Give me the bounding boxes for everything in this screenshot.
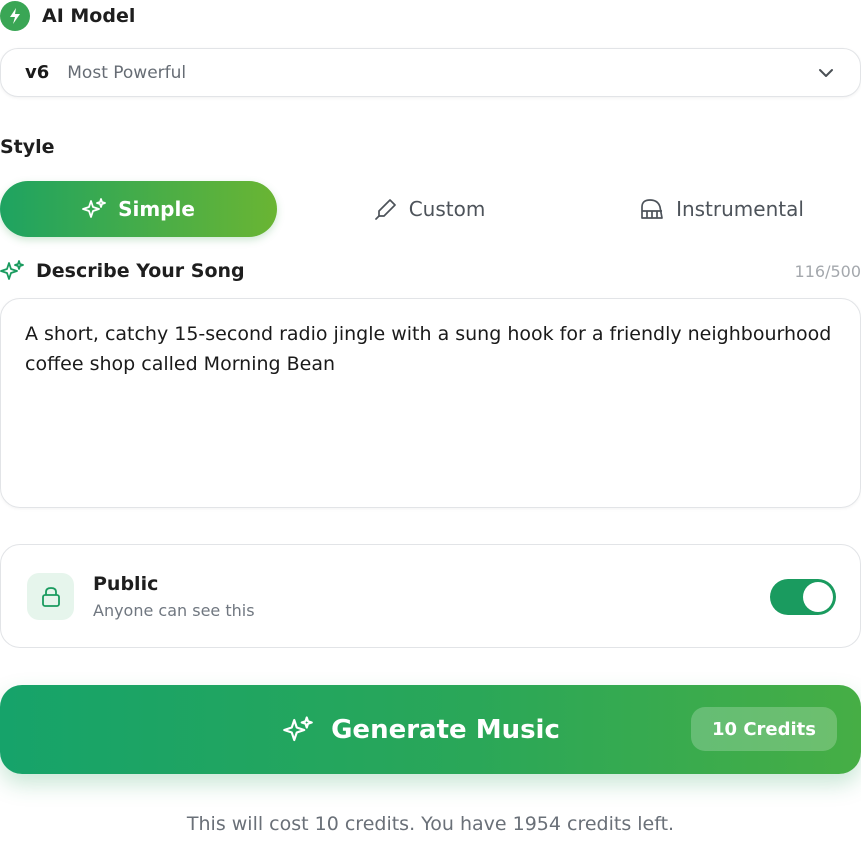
sparkles-icon xyxy=(82,198,106,218)
tab-simple[interactable]: Simple xyxy=(0,181,277,237)
lightning-bolt-icon xyxy=(0,1,30,31)
cost-note: This will cost 10 credits. You have 1954… xyxy=(186,813,675,835)
sparkles-icon xyxy=(0,260,24,280)
model-version: v6 xyxy=(25,62,50,83)
style-tabs: Simple Custom Instrumental xyxy=(0,181,861,237)
generate-button-label: Generate Music xyxy=(331,714,560,745)
credits-badge: 10 Credits xyxy=(691,707,837,751)
describe-title: Describe Your Song xyxy=(36,260,245,282)
character-counter: 116/500 xyxy=(794,261,861,281)
public-toggle[interactable] xyxy=(770,579,836,615)
visibility-title: Public xyxy=(93,573,159,595)
piano-icon xyxy=(641,199,663,219)
ai-model-header: AI Model xyxy=(0,1,135,31)
ai-model-title: AI Model xyxy=(42,5,136,27)
sparkles-icon xyxy=(283,715,313,741)
song-description-input[interactable]: A short, catchy 15-second radio jingle w… xyxy=(0,298,861,508)
describe-header: Describe Your Song 116/500 xyxy=(0,256,861,286)
pen-icon xyxy=(374,199,396,220)
tab-instrumental-label: Instrumental xyxy=(676,197,804,221)
generate-music-button[interactable]: Generate Music 10 Credits xyxy=(0,685,861,774)
tab-instrumental[interactable]: Instrumental xyxy=(583,181,861,237)
visibility-card: Public Anyone can see this xyxy=(0,544,861,648)
lock-icon xyxy=(27,573,74,620)
toggle-knob xyxy=(803,582,833,612)
generate-button-content: Generate Music xyxy=(283,715,560,745)
model-select[interactable]: v6 Most Powerful xyxy=(0,48,861,97)
tab-custom[interactable]: Custom xyxy=(277,181,583,237)
style-label: Style xyxy=(0,136,55,158)
tab-custom-label: Custom xyxy=(408,197,486,221)
model-description: Most Powerful xyxy=(67,62,187,83)
visibility-subtitle: Anyone can see this xyxy=(93,601,255,620)
chevron-down-icon xyxy=(819,69,833,77)
tab-simple-label: Simple xyxy=(118,197,195,221)
